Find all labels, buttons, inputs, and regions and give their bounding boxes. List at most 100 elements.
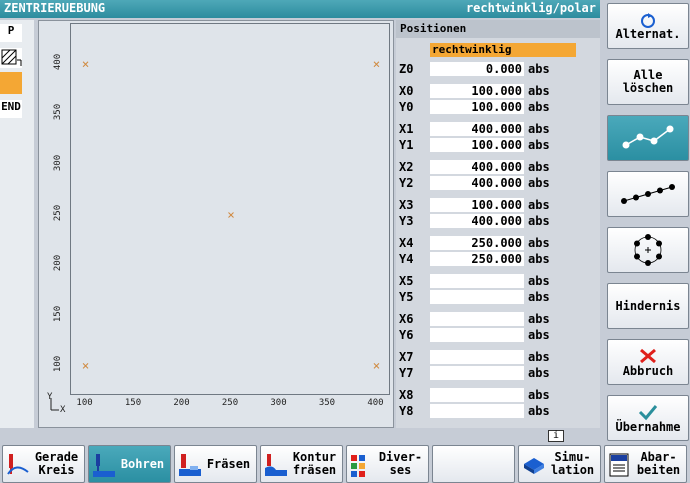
title-bar: ZENTRIERUEBUNG rechtwinklig/polar	[0, 0, 600, 18]
param-value-field[interactable]	[430, 404, 524, 418]
y-tick-label: 150	[53, 305, 64, 322]
hole-position-marker	[82, 61, 89, 68]
abarbeiten-label-1: Abar-	[640, 450, 677, 464]
param-row: X2 400.000 abs	[396, 160, 600, 175]
param-value-field[interactable]: 100.000	[430, 100, 524, 114]
param-value-field[interactable]	[430, 388, 524, 402]
param-value-field[interactable]	[430, 328, 524, 342]
coordinate-mode-select[interactable]: rechtwinklig	[430, 43, 576, 57]
program-end-chip[interactable]: END	[0, 100, 22, 118]
param-value-field[interactable]: 400.000	[430, 160, 524, 174]
param-row: X7 abs	[396, 350, 600, 365]
mill-icon	[179, 454, 201, 476]
alternat-button[interactable]: Alternat.	[607, 3, 689, 49]
x-tick-label: 350	[318, 398, 336, 408]
param-row: Y2 400.000 abs	[396, 176, 600, 191]
checkmark-icon	[638, 404, 658, 420]
hole-position-marker	[228, 212, 234, 218]
param-row: Y0 100.000 abs	[396, 100, 600, 115]
param-label: Y8	[399, 404, 414, 418]
param-value-field[interactable]: 250.000	[430, 252, 524, 266]
uebernahme-button[interactable]: Übernahme	[607, 395, 689, 441]
line-pattern-button[interactable]	[607, 171, 689, 217]
abarbeiten-label-2: beiten	[636, 463, 681, 477]
hole-position-marker	[373, 61, 380, 68]
gerade-kreis-button[interactable]: Gerade Kreis	[2, 445, 85, 483]
kontur-label: Kontur	[292, 450, 337, 464]
param-row: Y1 100.000 abs	[396, 138, 600, 153]
param-label: Y0	[399, 100, 414, 114]
param-row: Y4 250.000 abs	[396, 252, 600, 267]
nc-program-icon	[609, 453, 629, 477]
program-header-chip[interactable]: P	[0, 24, 22, 42]
empty-softkey[interactable]	[432, 445, 515, 483]
simulation-label-2: lation	[550, 463, 595, 477]
simulation-button[interactable]: Simu-lation	[518, 445, 601, 483]
param-value-field[interactable]	[430, 290, 524, 304]
param-label: X3	[399, 198, 414, 212]
abbruch-label: Abbruch	[622, 363, 674, 378]
y-tick-label: 100	[53, 355, 64, 372]
abarbeiten-button[interactable]: Abar-beiten	[604, 445, 687, 483]
param-value-field[interactable]	[430, 312, 524, 326]
param-label: X7	[399, 350, 414, 364]
param-unit: abs	[528, 62, 550, 76]
info-icon[interactable]: i	[548, 430, 564, 442]
param-value-field[interactable]	[430, 366, 524, 380]
param-value-field[interactable]	[430, 274, 524, 288]
param-value-field[interactable]: 100.000	[430, 84, 524, 98]
param-row: X5 abs	[396, 274, 600, 289]
free-positions-button[interactable]	[607, 115, 689, 161]
param-value-field[interactable]: 250.000	[430, 236, 524, 250]
axis-x-label: X	[60, 405, 66, 415]
param-label: X0	[399, 84, 414, 98]
param-label: Z0	[399, 62, 414, 76]
param-label: Y7	[399, 366, 414, 380]
param-row: X8 abs	[396, 388, 600, 403]
hole-position-marker	[373, 362, 380, 369]
selected-step-marker[interactable]	[0, 72, 22, 94]
gerade-label: Gerade	[34, 450, 79, 464]
param-row: Z0 0.000 abs	[396, 62, 600, 77]
x-tick-label: 250	[221, 398, 239, 408]
axis-y-label: Y	[47, 392, 53, 402]
param-row: X3 100.000 abs	[396, 198, 600, 213]
x-tick-label: 400	[367, 398, 384, 408]
param-label: X6	[399, 312, 414, 326]
hatch-tool-icon[interactable]	[0, 48, 22, 68]
param-value-field[interactable]: 400.000	[430, 122, 524, 136]
alle-loeschen-button[interactable]: Alle löschen	[607, 59, 689, 105]
x-tick-label: 100	[76, 398, 93, 408]
diverses-button[interactable]: Diver-ses	[346, 445, 429, 483]
abbruch-button[interactable]: Abbruch	[607, 339, 689, 385]
cancel-x-icon	[640, 348, 656, 363]
free-positions-icon	[622, 125, 674, 149]
circle-pattern-button[interactable]	[607, 227, 689, 273]
fraesen-button[interactable]: Fräsen	[174, 445, 257, 483]
program-sequence-column: P END	[0, 20, 34, 428]
uebernahme-label: Übernahme	[615, 419, 681, 434]
kreis-label: Kreis	[38, 463, 75, 477]
contour-mill-icon	[265, 454, 287, 476]
param-value-field[interactable]	[430, 350, 524, 364]
fraesen-label: Fräsen	[206, 457, 251, 471]
param-label: Y1	[399, 138, 414, 152]
line-pattern-icon	[621, 184, 675, 204]
line-circle-icon	[7, 454, 29, 475]
param-unit: abs	[528, 290, 550, 304]
param-value-field[interactable]: 400.000	[430, 214, 524, 228]
panel-header: Positionen	[396, 20, 600, 38]
hindernis-button[interactable]: Hindernis	[607, 283, 689, 329]
alle-loeschen-label-2: löschen	[622, 81, 674, 95]
param-label: Y4	[399, 252, 414, 266]
param-unit: abs	[528, 214, 550, 228]
param-value-field[interactable]: 100.000	[430, 138, 524, 152]
param-label: X2	[399, 160, 414, 174]
bohren-button[interactable]: Bohren	[88, 445, 171, 483]
param-value-field[interactable]: 100.000	[430, 198, 524, 212]
param-value-field[interactable]: 400.000	[430, 176, 524, 190]
vertical-softkey-bar: Alternat. Alle löschen Hindernis Abbruch…	[604, 0, 690, 443]
param-value-field[interactable]: 0.000	[430, 62, 524, 76]
param-label: Y2	[399, 176, 414, 190]
kontur-fraesen-button[interactable]: Kontur fräsen	[260, 445, 343, 483]
